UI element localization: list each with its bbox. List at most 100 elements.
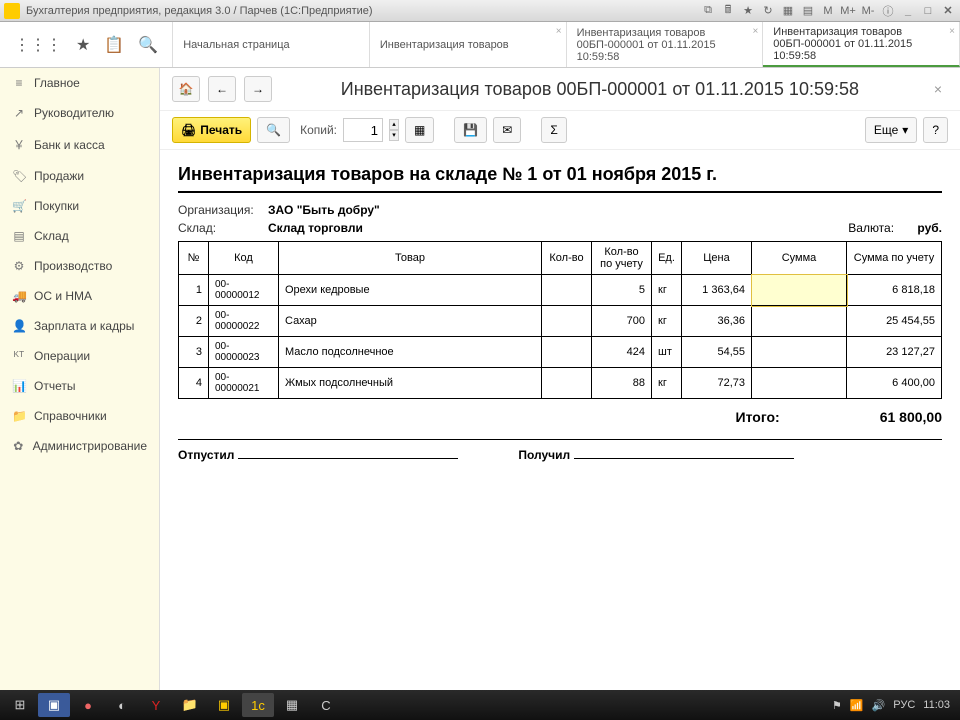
cell-qty[interactable] <box>542 337 592 368</box>
task-app-6[interactable]: ▣ <box>208 693 240 717</box>
cell-sum[interactable] <box>752 368 847 399</box>
sidebar-item-admin[interactable]: ✿Администрирование <box>0 431 159 461</box>
close-icon[interactable]: × <box>949 26 955 37</box>
close-button[interactable]: ✕ <box>940 3 956 19</box>
tray-time[interactable]: 11:03 <box>923 699 950 711</box>
table-button[interactable]: ▦ <box>405 117 434 143</box>
cell-sum-acc[interactable]: 6 818,18 <box>847 275 942 306</box>
cell-n[interactable]: 4 <box>179 368 209 399</box>
cell-item[interactable]: Жмых подсолнечный <box>279 368 542 399</box>
cell-price[interactable]: 72,73 <box>682 368 752 399</box>
cell-n[interactable]: 3 <box>179 337 209 368</box>
task-app-1[interactable]: ▣ <box>38 693 70 717</box>
search-icon[interactable]: 🔍 <box>138 35 158 55</box>
star-icon[interactable]: ★ <box>76 35 90 55</box>
cell-qty-acc[interactable]: 88 <box>592 368 652 399</box>
sidebar-item-production[interactable]: ⚙Производство <box>0 251 159 281</box>
m-plus-button[interactable]: M+ <box>840 3 856 19</box>
info-icon[interactable]: ⓘ <box>880 3 896 19</box>
table-row[interactable]: 300-00000023Масло подсолнечное 424шт54,55… <box>179 337 942 368</box>
sidebar-item-assets[interactable]: 🚚ОС и НМА <box>0 281 159 311</box>
close-icon[interactable]: × <box>752 26 758 37</box>
sidebar-item-bank[interactable]: ￥Банк и касса <box>0 128 159 161</box>
cell-n[interactable]: 2 <box>179 306 209 337</box>
document-body[interactable]: Инвентаризация товаров на складе № 1 от … <box>160 150 960 690</box>
sidebar-item-manager[interactable]: ↗Руководителю <box>0 98 159 128</box>
cell-qty[interactable] <box>542 275 592 306</box>
tool-icon[interactable]: 🖩 <box>720 3 736 19</box>
cell-code[interactable]: 00-00000012 <box>209 275 279 306</box>
cell-unit[interactable]: шт <box>652 337 682 368</box>
mail-button[interactable]: ✉ <box>493 117 521 143</box>
cell-price[interactable]: 54,55 <box>682 337 752 368</box>
home-button[interactable]: 🏠 <box>172 76 200 102</box>
cell-sum[interactable] <box>752 306 847 337</box>
cell-sum[interactable] <box>752 275 847 306</box>
sidebar-item-sales[interactable]: 🏷Продажи <box>0 161 159 191</box>
cell-item[interactable]: Масло подсолнечное <box>279 337 542 368</box>
table-row[interactable]: 100-00000012Орехи кедровые5кг1 363,646 8… <box>179 275 942 306</box>
tab-doc-2[interactable]: Инвентаризация товаров 00БП-000001 от 01… <box>763 22 960 67</box>
cell-code[interactable]: 00-00000021 <box>209 368 279 399</box>
cell-qty-acc[interactable]: 424 <box>592 337 652 368</box>
sidebar-item-purchases[interactable]: 🛒Покупки <box>0 191 159 221</box>
cell-price[interactable]: 36,36 <box>682 306 752 337</box>
close-icon[interactable]: × <box>556 26 562 37</box>
cell-unit[interactable]: кг <box>652 306 682 337</box>
table-row[interactable]: 200-00000022Сахар 700кг36,36 25 454,55 <box>179 306 942 337</box>
sidebar-item-warehouse[interactable]: ▤Склад <box>0 221 159 251</box>
task-app-8[interactable]: ▦ <box>276 693 308 717</box>
cell-unit[interactable]: кг <box>652 368 682 399</box>
tool-icon[interactable]: ▦ <box>780 3 796 19</box>
tool-icon[interactable]: ⧉ <box>700 3 716 19</box>
cell-sum-acc[interactable]: 23 127,27 <box>847 337 942 368</box>
sidebar-item-refs[interactable]: 📁Справочники <box>0 401 159 431</box>
sidebar-item-reports[interactable]: 📊Отчеты <box>0 371 159 401</box>
sidebar-item-main[interactable]: ≡Главное <box>0 68 159 98</box>
task-app-7[interactable]: 1c <box>242 693 274 717</box>
cell-n[interactable]: 1 <box>179 275 209 306</box>
tab-doc-1[interactable]: Инвентаризация товаров 00БП-000001 от 01… <box>567 22 764 67</box>
tool-icon[interactable]: ↻ <box>760 3 776 19</box>
help-button[interactable]: ? <box>923 117 948 143</box>
sum-button[interactable]: Σ <box>541 117 566 143</box>
tool-icon[interactable]: ★ <box>740 3 756 19</box>
copies-input[interactable] <box>343 118 383 142</box>
cell-sum-acc[interactable]: 6 400,00 <box>847 368 942 399</box>
tab-inventory[interactable]: Инвентаризация товаров × <box>370 22 567 67</box>
tray-sound-icon[interactable]: 🔊 <box>872 699 886 712</box>
tray-network-icon[interactable]: 📶 <box>850 699 864 712</box>
apps-icon[interactable]: ⋮⋮⋮ <box>14 35 62 55</box>
more-button[interactable]: Еще ▾ <box>865 117 917 143</box>
task-app-3[interactable]: ◐ <box>106 693 138 717</box>
cell-item[interactable]: Орехи кедровые <box>279 275 542 306</box>
cell-qty[interactable] <box>542 306 592 337</box>
cell-code[interactable]: 00-00000022 <box>209 306 279 337</box>
clipboard-icon[interactable]: 📋 <box>104 35 124 55</box>
task-app-4[interactable]: Y <box>140 693 172 717</box>
cell-item[interactable]: Сахар <box>279 306 542 337</box>
maximize-button[interactable]: □ <box>920 3 936 19</box>
cell-sum[interactable] <box>752 337 847 368</box>
m-minus-button[interactable]: M- <box>860 3 876 19</box>
tray-lang[interactable]: РУС <box>893 699 915 711</box>
cell-code[interactable]: 00-00000023 <box>209 337 279 368</box>
m-button[interactable]: M <box>820 3 836 19</box>
copies-spinner[interactable]: ▴▾ <box>389 119 399 141</box>
sidebar-item-hr[interactable]: 👤Зарплата и кадры <box>0 311 159 341</box>
start-button[interactable]: ⊞ <box>4 693 36 717</box>
sidebar-item-operations[interactable]: ᴷᵀОперации <box>0 341 159 371</box>
task-app-5[interactable]: 📁 <box>174 693 206 717</box>
table-row[interactable]: 400-00000021Жмых подсолнечный 88кг72,73 6 … <box>179 368 942 399</box>
cell-sum-acc[interactable]: 25 454,55 <box>847 306 942 337</box>
print-button[interactable]: 🖨 Печать <box>172 117 251 143</box>
tool-icon[interactable]: ▤ <box>800 3 816 19</box>
close-doc-button[interactable]: × <box>928 81 948 97</box>
tray-flag-icon[interactable]: ⚑ <box>832 699 842 712</box>
cell-price[interactable]: 1 363,64 <box>682 275 752 306</box>
preview-button[interactable]: 🔍 <box>257 117 290 143</box>
task-app-9[interactable]: C <box>310 693 342 717</box>
cell-qty-acc[interactable]: 700 <box>592 306 652 337</box>
cell-unit[interactable]: кг <box>652 275 682 306</box>
back-button[interactable]: ← <box>208 76 236 102</box>
